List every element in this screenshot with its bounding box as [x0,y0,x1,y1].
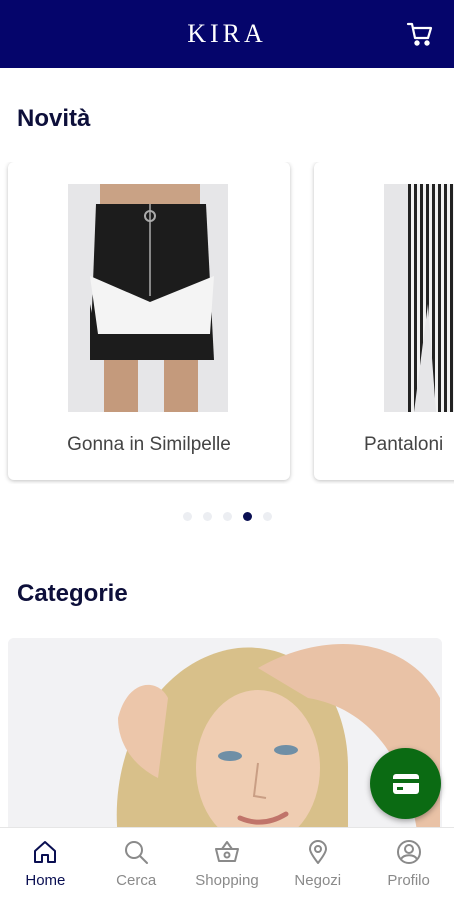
trousers-photo [384,184,454,412]
wallet-fab-button[interactable] [370,748,441,819]
product-name: Pantaloni [364,434,444,455]
nav-profile[interactable]: Profilo [364,828,454,889]
new-arrivals-carousel[interactable]: Gonna in Similpelle Pantaloni [0,162,454,484]
search-icon [122,838,150,866]
category-banner[interactable] [8,638,442,838]
woman-portrait-photo [8,638,442,838]
location-pin-icon [304,838,332,866]
nav-home[interactable]: Home [0,828,90,889]
product-card[interactable]: Gonna in Similpelle [8,162,290,480]
brand-logo: KIRA [187,19,267,48]
nav-label: Profilo [387,872,430,889]
nav-search[interactable]: Cerca [91,828,181,889]
carousel-dot[interactable] [262,512,272,521]
new-arrivals-title: Novità [17,105,91,132]
nav-label: Home [25,872,66,889]
carousel-dot[interactable] [182,512,192,521]
product-card[interactable]: Pantaloni [314,162,454,480]
product-name: Gonna in Similpelle [67,434,231,455]
card-icon [392,773,419,794]
nav-label: Cerca [116,872,157,889]
cart-icon [406,22,433,46]
home-icon [31,838,59,866]
carousel-dot[interactable] [202,512,212,521]
nav-label: Shopping [195,872,259,889]
nav-stores[interactable]: Negozi [273,828,363,889]
top-app-bar: KIRA [0,0,454,68]
skirt-photo [68,184,228,412]
carousel-dot-active[interactable] [242,512,252,521]
cart-button[interactable] [406,20,434,48]
nav-shopping[interactable]: Shopping [182,828,272,889]
basket-icon [213,838,241,866]
nav-label: Negozi [294,872,342,889]
categories-title: Categorie [17,580,128,607]
bottom-navigation: Home Cerca Shopping Negozi Profilo [0,827,454,900]
carousel-pagination [0,512,454,521]
carousel-dot[interactable] [222,512,232,521]
profile-icon [395,838,423,866]
